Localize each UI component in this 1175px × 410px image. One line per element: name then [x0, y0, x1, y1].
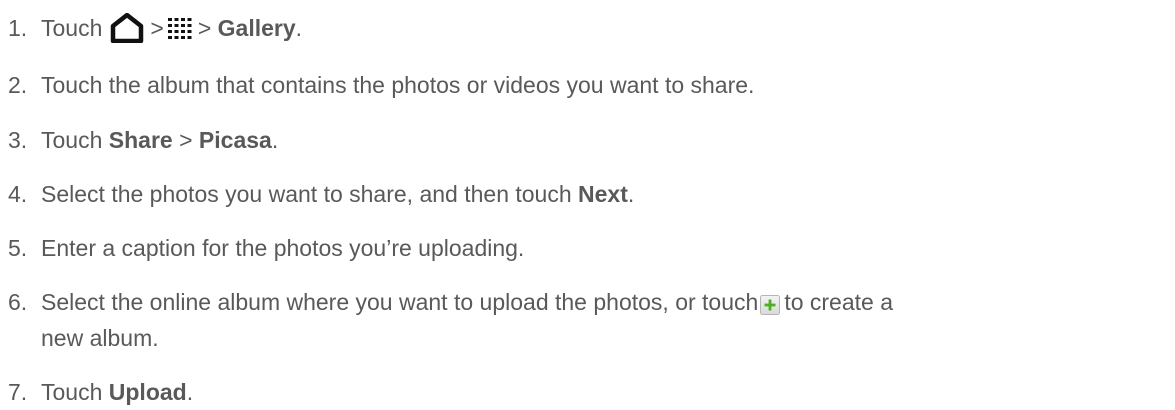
add-plus-icon [760, 292, 781, 316]
share-label: Share [108, 127, 173, 153]
step-text: Touch the album that contains the photos… [41, 72, 755, 98]
step-text: Touch Upload. [41, 379, 194, 405]
step-number: 5. [8, 235, 28, 261]
picasa-label: Picasa [198, 127, 272, 153]
step-number: 6. [8, 289, 28, 315]
step-number: 3. [8, 127, 28, 153]
step-number: 1. [8, 15, 28, 41]
next-label: Next [578, 181, 628, 207]
step-text: Touch Share > Picasa. [41, 127, 279, 153]
gallery-label: Gallery [217, 15, 296, 41]
step-text: Enter a caption for the photos you’re up… [41, 235, 525, 261]
step-text: Select the online album where you want t… [41, 289, 893, 316]
upload-label: Upload [108, 379, 187, 405]
step-text: Select the photos you want to share, and… [41, 181, 635, 207]
home-icon [110, 12, 144, 44]
step-number: 2. [8, 72, 28, 98]
step-text-continuation: new album. [41, 325, 159, 351]
step-number: 7. [8, 379, 28, 405]
step-text: Touch > > Gallery. [41, 12, 302, 44]
instruction-steps: 1. Touch > > Gallery. 2. Touch the album t… [0, 0, 1175, 410]
step-number: 4. [8, 181, 28, 207]
all-apps-grid-icon [167, 17, 192, 40]
